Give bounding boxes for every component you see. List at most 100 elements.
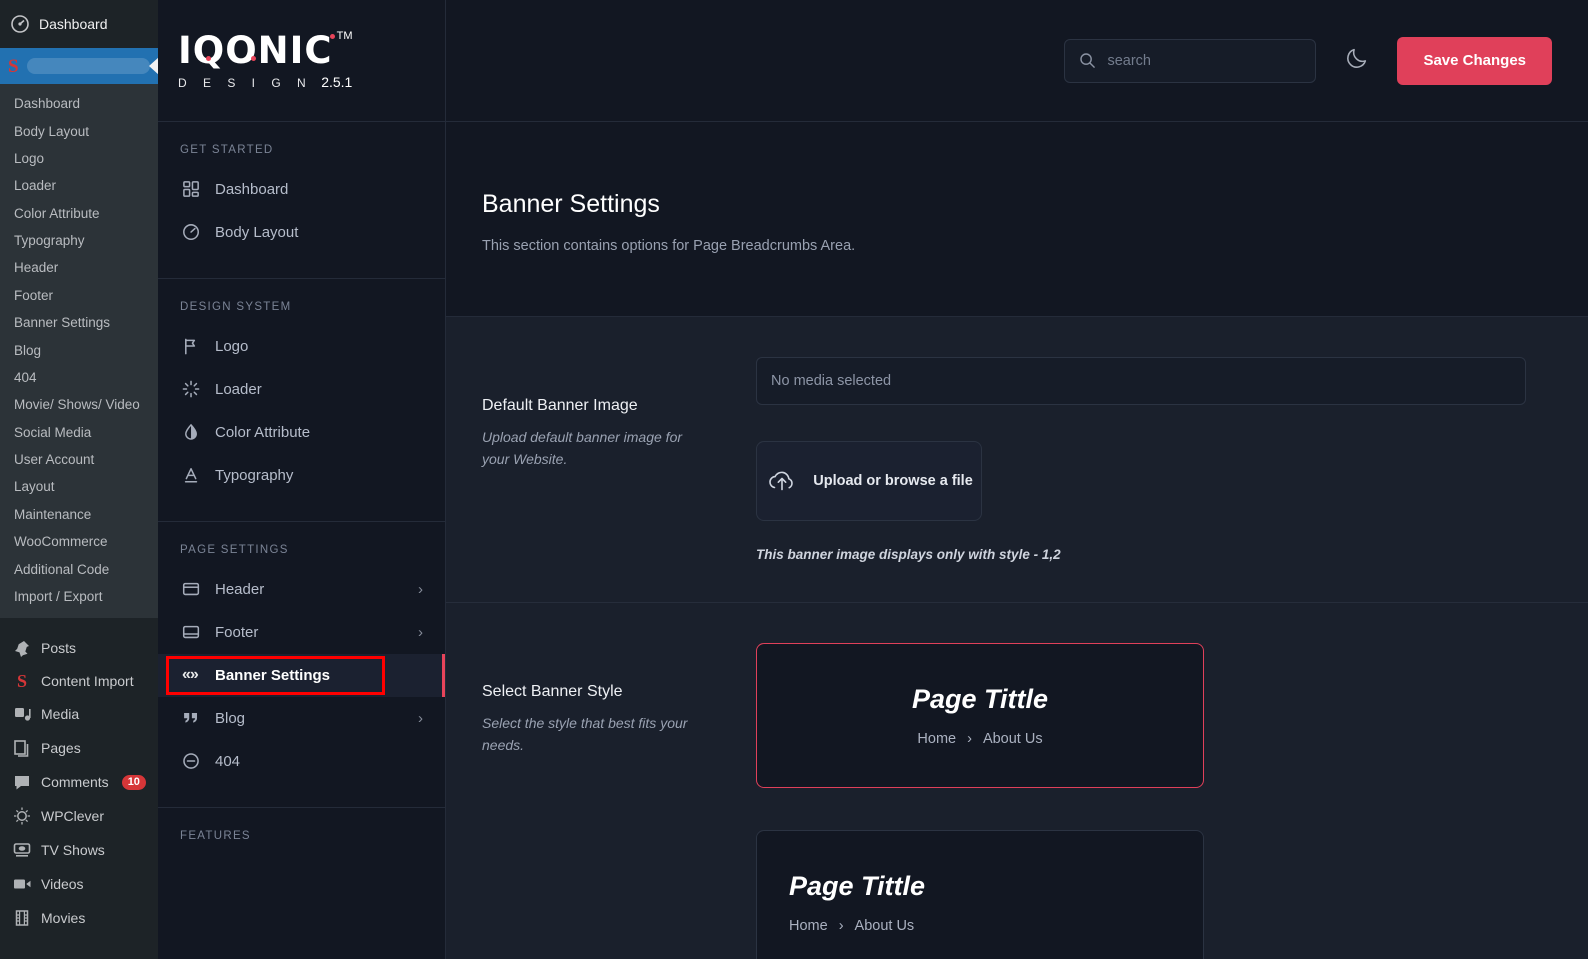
wp-menu-dashboard[interactable]: Dashboard: [0, 0, 158, 48]
s-brand-icon: S: [16, 671, 27, 692]
spinner-icon: [182, 380, 200, 398]
wp-menu-item-2[interactable]: Media: [0, 697, 158, 731]
wp-submenu-item-17[interactable]: Additional Code: [0, 555, 158, 582]
wp-submenu-item-12[interactable]: Social Media: [0, 419, 158, 446]
nav-item-404[interactable]: 404: [158, 740, 445, 783]
wp-menu-item-5[interactable]: WPClever: [0, 799, 158, 833]
wp-menu-item-4[interactable]: Comments 10: [0, 765, 158, 799]
field-description: Upload default banner image for your Web…: [482, 429, 683, 467]
pages-icon: [14, 740, 29, 757]
wp-menu-item-0[interactable]: Posts: [0, 631, 158, 665]
wp-submenu-item-3[interactable]: Loader: [0, 172, 158, 199]
nav-item-label: Header: [215, 581, 265, 598]
top-bar: Save Changes: [446, 0, 1588, 122]
theme-options-nav: IQONIC TM D E S I G N 2.5.1 GET STARTED …: [158, 0, 446, 959]
wp-menu-item-6[interactable]: TV Shows: [0, 833, 158, 867]
chevron-right-icon: ›: [418, 624, 423, 641]
code-arrows-icon: «»: [182, 666, 199, 683]
wp-menu-active-item[interactable]: S: [0, 48, 158, 84]
minus-circle-icon: [183, 753, 199, 769]
brand-version: 2.5.1: [321, 73, 353, 90]
wp-menu-dashboard-label: Dashboard: [39, 16, 108, 32]
search-input[interactable]: [1107, 52, 1302, 69]
banner-preview-title: Page Tittle: [789, 871, 926, 901]
wp-submenu-item-8[interactable]: Banner Settings: [0, 309, 158, 336]
comment-count-badge: 10: [121, 774, 146, 790]
wp-menu-item-label: WPClever: [41, 808, 105, 825]
save-changes-button[interactable]: Save Changes: [1397, 36, 1552, 85]
wp-submenu-item-16[interactable]: WooCommerce: [0, 528, 158, 555]
wp-menu-item-1[interactable]: S Content Import: [0, 665, 158, 697]
wp-menu-item-label: Media: [41, 706, 80, 723]
media-select-input[interactable]: No media selected: [756, 357, 1526, 405]
wp-submenu-item-2[interactable]: Logo: [0, 145, 158, 172]
cloud-upload-icon: [769, 471, 793, 491]
pin-icon: [15, 641, 29, 658]
nav-item-loader[interactable]: Loader: [158, 368, 445, 411]
nav-item-label: Loader: [215, 381, 262, 398]
wp-submenu-item-0[interactable]: Dashboard: [0, 90, 158, 117]
nav-item-label: Blog: [215, 710, 246, 727]
nav-group-heading: FEATURES: [180, 830, 251, 842]
settings-content: Default Banner Image Upload default bann…: [446, 317, 1588, 959]
comment-icon: [15, 776, 29, 790]
nav-group-1: DESIGN SYSTEM Logo Loader Color Attribut…: [158, 279, 445, 522]
app-root: Dashboard S Dashboard Body Layout Logo Load…: [0, 0, 1588, 959]
quote-icon: [184, 712, 198, 723]
wp-menu-item-7[interactable]: Videos: [0, 867, 158, 901]
wp-menu-item-8[interactable]: Movies: [0, 901, 158, 935]
wordpress-admin-sidebar: Dashboard S Dashboard Body Layout Logo Load…: [0, 0, 158, 959]
wp-submenu-item-7[interactable]: Footer: [0, 282, 158, 309]
nav-item-blog[interactable]: Blog ›: [158, 697, 445, 740]
wp-submenu-item-6[interactable]: Header: [0, 254, 158, 281]
chevron-right-icon: ›: [418, 710, 423, 727]
wp-submenu-item-13[interactable]: User Account: [0, 446, 158, 473]
nav-item-label: Logo: [215, 338, 249, 355]
header-icon: [182, 582, 200, 596]
nav-item-dashboard[interactable]: Dashboard: [158, 168, 445, 211]
nav-item-header[interactable]: Header ›: [158, 568, 445, 611]
field-label-group: Select Banner Style Select the style tha…: [482, 643, 756, 959]
wp-menu-item-label: Comments: [41, 774, 109, 791]
wp-menu-item-3[interactable]: Pages: [0, 731, 158, 765]
field-select-banner-style: Select Banner Style Select the style tha…: [446, 603, 1588, 959]
breadcrumb-current: About Us: [982, 731, 1043, 747]
main-panel: Save Changes Banner Settings This sectio…: [446, 0, 1588, 959]
nav-item-body-layout[interactable]: Body Layout: [158, 211, 445, 254]
banner-style-options: Page Tittle Home › About Us Page Tittle …: [756, 643, 1552, 959]
page-description: This section contains options for Page B…: [482, 238, 856, 254]
nav-item-banner-settings[interactable]: «» Banner Settings: [158, 654, 445, 697]
banner-style-card-2[interactable]: Page Tittle Home › About Us: [756, 830, 1204, 959]
nav-item-label: Dashboard: [215, 181, 289, 198]
nav-item-color-attribute[interactable]: Color Attribute: [158, 411, 445, 454]
wp-submenu-item-1[interactable]: Body Layout: [0, 117, 158, 144]
nav-item-logo[interactable]: Logo: [158, 325, 445, 368]
wp-submenu-item-10[interactable]: 404: [0, 364, 158, 391]
banner-style-card-1[interactable]: Page Tittle Home › About Us: [756, 643, 1204, 788]
nav-item-label: 404: [215, 753, 241, 770]
theme-toggle-button[interactable]: [1344, 46, 1369, 76]
nav-item-label: Body Layout: [215, 224, 299, 241]
gauge-icon: [183, 224, 200, 241]
wp-menu-item-label: Movies: [41, 910, 86, 927]
nav-group-heading: PAGE SETTINGS: [180, 544, 289, 556]
wp-submenu-item-4[interactable]: Color Attribute: [0, 200, 158, 227]
banner-preview-breadcrumb: Home › About Us: [789, 918, 1171, 934]
field-description: Select the style that best fits your nee…: [482, 715, 688, 753]
wp-submenu-item-9[interactable]: Blog: [0, 336, 158, 363]
wp-submenu-item-18[interactable]: Import / Export: [0, 583, 158, 610]
nav-item-typography[interactable]: Typography: [158, 454, 445, 497]
trademark-symbol: TM: [336, 29, 353, 42]
wp-submenu-item-11[interactable]: Movie/ Shows/ Video: [0, 391, 158, 418]
wp-submenu-item-5[interactable]: Typography: [0, 227, 158, 254]
breadcrumb-separator-icon: ›: [838, 918, 844, 934]
nav-item-footer[interactable]: Footer ›: [158, 611, 445, 654]
wp-menu-item-label: Videos: [41, 876, 84, 893]
breadcrumb-home: Home: [917, 731, 957, 747]
grid-icon: [183, 181, 199, 197]
wp-submenu-item-15[interactable]: Maintenance: [0, 501, 158, 528]
upload-file-button[interactable]: Upload or browse a file: [756, 441, 982, 521]
wp-submenu-item-14[interactable]: Layout: [0, 473, 158, 500]
field-label-group: Default Banner Image Upload default bann…: [482, 357, 756, 562]
search-box[interactable]: [1064, 38, 1317, 83]
